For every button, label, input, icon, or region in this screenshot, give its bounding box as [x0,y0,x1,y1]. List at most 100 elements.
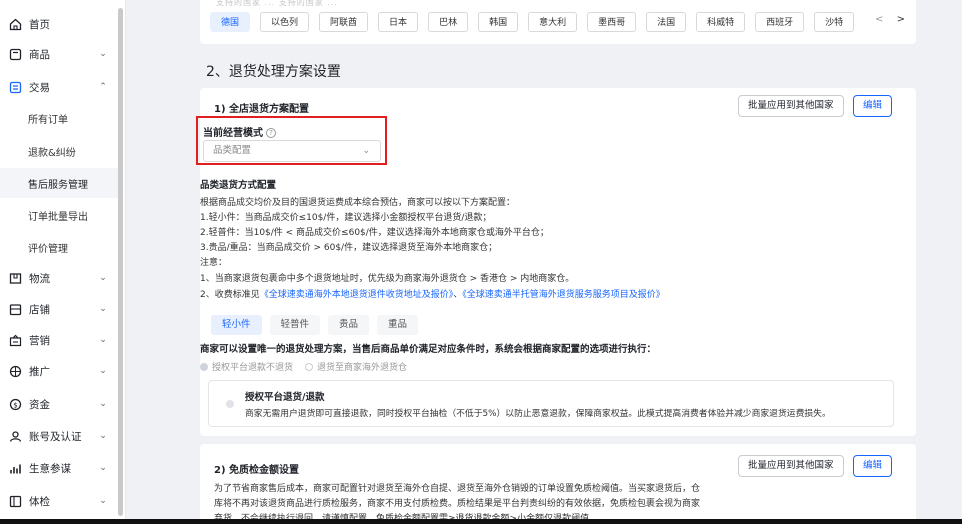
inspection-line: 为了节省商家售后成本，商家可配置针对退货至海外仓自提、退货至海外仓销毁的订单设置… [214,484,701,494]
radio-dot [200,362,208,371]
account-icon [8,429,22,443]
sidebar-item-marketing[interactable]: 营销 ⌄ [0,325,118,355]
sidebar-item-label: 物流 [29,272,50,285]
store-icon [8,302,22,316]
category-line: 3.贵品/重品：当商品成交价 > 60$/件，建议选择退货至海外本地商家仓； [200,243,498,253]
country-tab[interactable]: 以色列 [260,12,310,32]
sidebar-item-label: 生意参谋 [29,462,71,475]
sidebar-item-store[interactable]: 店铺 ⌄ [0,294,118,324]
chevron-down-icon: ⌄ [99,399,107,409]
country-tab[interactable]: 墨西哥 [587,12,637,32]
fee-prefix: 2、收费标准见 [200,290,260,300]
country-tabs: 德国 以色列 阿联酋 日本 巴林 韩国 意大利 墨西哥 法国 科威特 西班牙 沙… [210,12,864,32]
bottom-bar [0,519,962,524]
batch-apply-button[interactable]: 批量应用到其他国家 [738,95,844,117]
highlight-box [196,116,387,165]
promotion-icon [8,364,22,378]
tabs-nav: < > [875,14,915,25]
radio-label: 退货至商家海外退货仓 [317,363,408,373]
trade-icon [8,80,22,94]
next-arrow-icon[interactable]: > [897,14,905,25]
fee-line: 2、收费标准见《全球速卖通海外本地退货退件收货地址及报价》、《全球速卖通半托管海… [200,287,665,300]
sidebar-item-label: 商品 [29,48,50,61]
chevron-down-icon: ⌄ [99,431,107,441]
chevron-down-icon: ⌄ [99,273,107,283]
sidebar-item-trade[interactable]: 交易 ⌃ [0,72,118,102]
sidebar-item-label: 营销 [29,334,50,347]
option-title: 授权平台退货/退款 [245,392,325,403]
fee-link[interactable]: 《全球速卖通海外本地退货退件收货地址及报价》 [260,290,454,300]
fee-separator: 、 [453,290,463,300]
weight-tab[interactable]: 贵品 [328,315,370,335]
rule-text: 商家可以设置唯一的退货处理方案，当售后商品单价满足对应条件时，系统会根据商家配置… [200,344,657,355]
chevron-down-icon: ⌄ [99,463,107,473]
category-line: 1.轻小件：当商品成交价≤10$/件，建议选择小金额授权平台退货/退款； [200,213,492,223]
chevron-down-icon: ⌄ [99,304,107,314]
svg-text:$: $ [13,401,17,409]
sidebar-subitem-all-orders[interactable]: 所有订单 [0,103,118,133]
country-tab[interactable]: 韩国 [478,12,519,32]
sidebar-item-analytics[interactable]: 生意参谋 ⌄ [0,453,118,483]
weight-tab[interactable]: 轻普件 [269,315,321,335]
weight-tabs: 轻小件 轻普件 贵品 重品 [211,315,426,335]
option-desc: 商家无需用户退货即可直接退款，同时授权平台抽检（不低于5%）以防止恶意退款，保障… [245,409,831,419]
country-tab[interactable]: 意大利 [528,12,578,32]
sidebar-item-label: 店铺 [29,303,50,316]
sidebar-item-label: 体检 [29,495,50,508]
country-tab[interactable]: 西班牙 [755,12,805,32]
radio-dot [305,362,314,371]
checkup-icon [8,494,22,508]
fee-link[interactable]: 《全球速卖通半托管海外退货服务服务项目及报价》 [462,290,665,300]
home-icon [8,17,22,31]
weight-tab[interactable]: 重品 [377,315,419,335]
funds-icon: $ [8,397,22,411]
sidebar-item-label: 推广 [29,365,50,378]
sidebar-subitem-refunds[interactable]: 退款&纠纷 [0,136,118,166]
sidebar-item-label: 账号及认证 [29,430,82,443]
radio-label: 授权平台退款不退货 [212,363,294,373]
chevron-down-icon: ⌄ [99,49,107,59]
weight-tab[interactable]: 轻小件 [211,315,262,335]
sidebar-item-funds[interactable]: $ 资金 ⌄ [0,389,118,419]
category-line: 2.轻普件：当10$/件 < 商品成交价≤60$/件，建议选择海外本地商家仓或海… [200,228,549,238]
edit-button[interactable]: 编辑 [853,455,893,477]
country-tab[interactable]: 法国 [646,12,687,32]
country-tab[interactable]: 德国 [210,12,251,32]
chevron-up-icon: ⌃ [99,82,107,92]
radio-dot [226,400,234,408]
sidebar-item-promotion[interactable]: 推广 ⌄ [0,356,118,386]
category-title: 品类退货方式配置 [200,180,277,191]
sidebar-item-checkup[interactable]: 体检 ⌄ [0,486,118,516]
return-method-radios: 授权平台退款不退货 退货至商家海外退货仓 [200,360,419,373]
radio-refund-only[interactable]: 授权平台退款不退货 [200,360,293,373]
country-tab[interactable]: 日本 [378,12,419,32]
prev-arrow-icon[interactable]: < [875,14,883,25]
sidebar-item-label: 资金 [29,398,50,411]
faded-header-text: 支持的国家 ... 支持的国家 ... [216,0,338,7]
category-line: 1、当商家退货包裹命中多个退货地址时，优先级为商家海外退货仓 > 香港仓 > 内… [200,274,575,284]
chevron-down-icon: ⌄ [99,335,107,345]
inspection-line: 库将不再对该退货商品进行质检服务，商家不用支付质检费。质检结果是平台判责纠纷的有… [214,499,701,509]
country-tab[interactable]: 科威特 [696,12,746,32]
batch-apply-button[interactable]: 批量应用到其他国家 [738,455,844,477]
edit-button[interactable]: 编辑 [853,95,893,117]
marketing-icon [8,333,22,347]
country-tab[interactable]: 巴林 [428,12,469,32]
sidebar-item-logistics[interactable]: 物流 ⌄ [0,263,118,293]
sidebar-item-home[interactable]: 首页 [0,9,118,39]
country-tab[interactable]: 阿联酋 [319,12,369,32]
sidebar-item-label: 交易 [29,81,50,94]
country-tab[interactable]: 沙特 [814,12,855,32]
inspection-title: 2) 免质检金额设置 [214,465,300,476]
sidebar-subitem-bulk-export[interactable]: 订单批量导出 [0,200,118,230]
sidebar-item-products[interactable]: 商品 ⌄ [0,39,118,69]
sidebar-subitem-reviews[interactable]: 评价管理 [0,232,118,262]
sidebar-item-account[interactable]: 账号及认证 ⌄ [0,421,118,451]
radio-return-overseas[interactable]: 退货至商家海外退货仓 [305,360,407,373]
sidebar-item-label: 首页 [29,18,50,31]
sidebar-subitem-after-sales[interactable]: 售后服务管理 [0,168,118,198]
option-card[interactable]: 授权平台退货/退款 商家无需用户退货即可直接退款，同时授权平台抽检（不低于5%）… [208,380,894,427]
sidebar-scrollbar[interactable] [118,8,123,516]
analytics-icon [8,461,22,475]
logistics-icon [8,271,22,285]
